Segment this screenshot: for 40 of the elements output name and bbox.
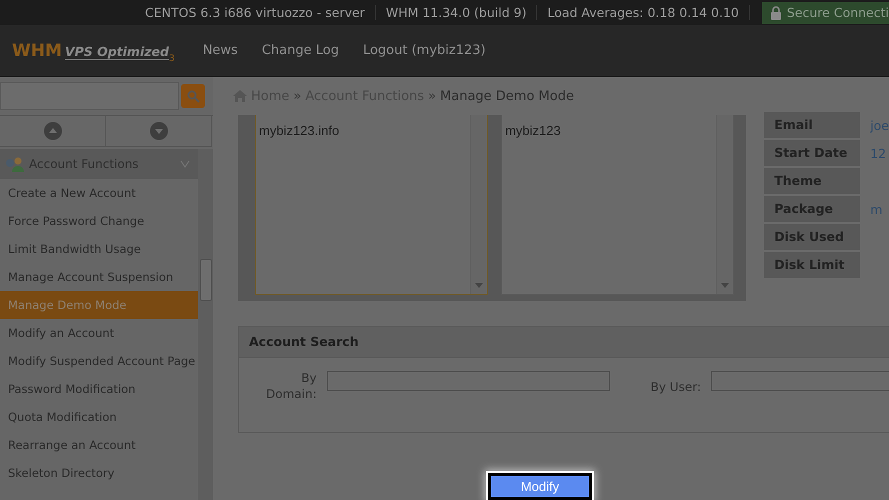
lock-icon <box>770 6 782 20</box>
sidebar-item[interactable]: Quota Modification <box>0 403 198 431</box>
domain-list[interactable]: mybiz123.info <box>255 115 488 295</box>
sidebar-item[interactable]: Modify Suspended Account Page <box>0 347 198 375</box>
user-input-field[interactable] <box>711 371 889 391</box>
nav-link[interactable]: Change Log <box>250 43 351 58</box>
field-label: By Domain: <box>265 370 317 402</box>
status-text: CENTOS 6.3 i686 virtuozzo - server <box>135 5 376 20</box>
modify-button[interactable]: Modify <box>488 473 592 500</box>
sidebar-item[interactable]: Force Password Change <box>0 207 198 235</box>
scroll-down-icon <box>721 283 730 288</box>
domain-input-field[interactable] <box>326 371 610 391</box>
search-icon <box>186 90 200 102</box>
sidebar-item[interactable]: Manage Demo Mode <box>0 291 198 319</box>
user-list[interactable]: mybiz123 <box>501 115 734 295</box>
sidebar-item[interactable]: Manage Account Suspension <box>0 263 198 291</box>
chevron-down-icon <box>180 160 190 168</box>
nav-link[interactable]: News <box>190 43 250 58</box>
search-button[interactable] <box>181 84 205 108</box>
status-text: Load Averages: 0.18 0.14 0.10 <box>537 5 750 20</box>
secure-connection-badge: Secure Connecti <box>762 2 889 24</box>
info-value: joe <box>870 118 889 132</box>
field-label: By User: <box>650 380 701 394</box>
panel-title: Account Search <box>239 327 889 358</box>
scrollbar[interactable] <box>198 149 213 500</box>
info-value: 12 <box>870 146 886 160</box>
scroll-down-icon <box>475 283 484 288</box>
sidebar-item[interactable]: Password Modification <box>0 375 198 403</box>
info-value: m <box>870 202 882 216</box>
list-item[interactable]: mybiz123.info <box>259 123 468 138</box>
breadcrumb-separator: » <box>428 88 436 104</box>
sidebar-item[interactable]: Skeleton Directory <box>0 459 198 487</box>
breadcrumb-separator: » <box>293 88 302 104</box>
list-item[interactable]: mybiz123 <box>505 123 714 138</box>
sidebar-item[interactable]: Limit Bandwidth Usage <box>0 235 198 263</box>
status-text: WHM 11.34.0 (build 9) <box>376 5 538 20</box>
nav-link[interactable]: Logout (mybiz123) <box>350 43 498 58</box>
sidebar-item[interactable]: Rearrange an Account <box>0 431 198 459</box>
sidebar-item[interactable]: Create a New Account <box>0 179 198 207</box>
sidebar-item[interactable]: Modify an Account <box>0 319 198 347</box>
